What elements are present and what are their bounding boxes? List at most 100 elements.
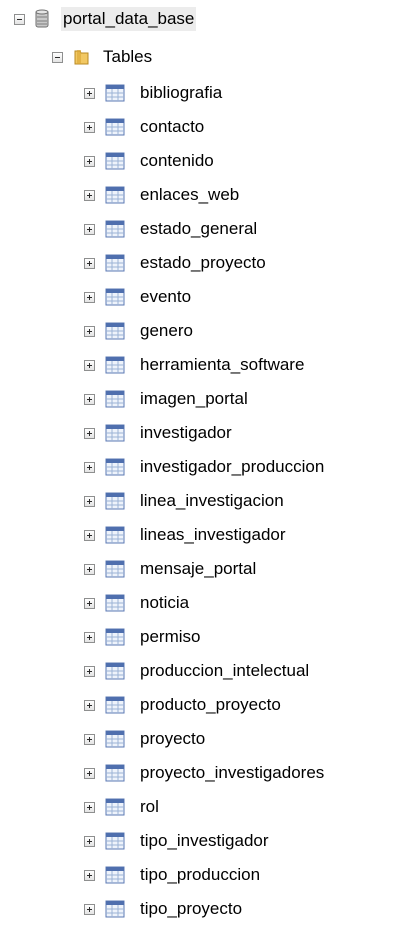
- expand-icon[interactable]: [84, 393, 95, 405]
- tree-node-table[interactable]: imagen_portal: [84, 386, 250, 412]
- table-name[interactable]: investigador: [138, 421, 234, 445]
- expand-icon[interactable]: [84, 631, 95, 643]
- expand-icon[interactable]: [84, 325, 95, 337]
- table-icon: [105, 628, 125, 646]
- expand-icon[interactable]: [84, 223, 95, 235]
- tree-node-table[interactable]: tipo_investigador: [84, 828, 271, 854]
- table-name[interactable]: tipo_produccion: [138, 863, 262, 887]
- table-icon: [105, 322, 125, 340]
- expand-icon[interactable]: [84, 733, 95, 745]
- table-icon: [105, 560, 125, 578]
- table-name[interactable]: investigador_produccion: [138, 455, 326, 479]
- tree-node-table[interactable]: genero: [84, 318, 195, 344]
- table-name[interactable]: tipo_proyecto: [138, 897, 244, 921]
- collapse-icon[interactable]: [52, 51, 63, 63]
- tree-node-table[interactable]: herramienta_software: [84, 352, 306, 378]
- tree-node-table[interactable]: mensaje_portal: [84, 556, 258, 582]
- tree-node-table[interactable]: proyecto: [84, 726, 207, 752]
- table-icon: [105, 220, 125, 238]
- table-icon: [105, 424, 125, 442]
- database-icon: [35, 9, 49, 28]
- tree-node-table[interactable]: investigador_produccion: [84, 454, 326, 480]
- database-name[interactable]: portal_data_base: [61, 7, 197, 31]
- tree-node-table[interactable]: lineas_investigador: [84, 522, 288, 548]
- table-icon: [105, 254, 125, 272]
- expand-icon[interactable]: [84, 767, 95, 779]
- table-name[interactable]: contacto: [138, 115, 206, 139]
- table-name[interactable]: evento: [138, 285, 193, 309]
- tree-node-table[interactable]: estado_proyecto: [84, 250, 268, 276]
- tree-node-table[interactable]: tipo_produccion: [84, 862, 262, 888]
- object-explorer-tree: portal_data_base Tables bibliografia cont…: [0, 0, 406, 928]
- tree-node-table[interactable]: enlaces_web: [84, 182, 241, 208]
- table-name[interactable]: produccion_intelectual: [138, 659, 311, 683]
- table-name[interactable]: proyecto_investigadores: [138, 761, 326, 785]
- expand-icon[interactable]: [84, 495, 95, 507]
- expand-icon[interactable]: [84, 801, 95, 813]
- table-name[interactable]: proyecto: [138, 727, 207, 751]
- table-name[interactable]: producto_proyecto: [138, 693, 283, 717]
- collapse-icon[interactable]: [14, 13, 25, 25]
- table-name[interactable]: bibliografia: [138, 81, 224, 105]
- tree-node-table[interactable]: linea_investigacion: [84, 488, 286, 514]
- table-icon: [105, 492, 125, 510]
- table-name[interactable]: mensaje_portal: [138, 557, 258, 581]
- table-name[interactable]: rol: [138, 795, 161, 819]
- table-icon: [105, 696, 125, 714]
- table-icon: [105, 764, 125, 782]
- expand-icon[interactable]: [84, 291, 95, 303]
- tree-node-table[interactable]: noticia: [84, 590, 191, 616]
- table-name[interactable]: estado_general: [138, 217, 259, 241]
- expand-icon[interactable]: [84, 563, 95, 575]
- table-name[interactable]: contenido: [138, 149, 216, 173]
- table-name[interactable]: herramienta_software: [138, 353, 306, 377]
- tree-node-table[interactable]: contacto: [84, 114, 206, 140]
- tree-node-tables-folder[interactable]: Tables: [52, 44, 154, 70]
- tree-node-table[interactable]: contenido: [84, 148, 216, 174]
- expand-icon[interactable]: [84, 869, 95, 881]
- table-name[interactable]: imagen_portal: [138, 387, 250, 411]
- tree-node-table[interactable]: produccion_intelectual: [84, 658, 311, 684]
- table-icon: [105, 662, 125, 680]
- table-icon: [105, 526, 125, 544]
- table-name[interactable]: permiso: [138, 625, 202, 649]
- expand-icon[interactable]: [84, 257, 95, 269]
- tree-node-table[interactable]: proyecto_investigadores: [84, 760, 326, 786]
- expand-icon[interactable]: [84, 461, 95, 473]
- tree-node-table[interactable]: producto_proyecto: [84, 692, 283, 718]
- table-icon: [105, 900, 125, 918]
- expand-icon[interactable]: [84, 87, 95, 99]
- tree-node-table[interactable]: rol: [84, 794, 161, 820]
- table-name[interactable]: noticia: [138, 591, 191, 615]
- expand-icon[interactable]: [84, 699, 95, 711]
- table-icon: [105, 798, 125, 816]
- expand-icon[interactable]: [84, 189, 95, 201]
- expand-icon[interactable]: [84, 155, 95, 167]
- table-icon: [105, 288, 125, 306]
- expand-icon[interactable]: [84, 121, 95, 133]
- table-name[interactable]: lineas_investigador: [138, 523, 288, 547]
- table-name[interactable]: tipo_investigador: [138, 829, 271, 853]
- expand-icon[interactable]: [84, 597, 95, 609]
- table-icon: [105, 186, 125, 204]
- table-icon: [105, 84, 125, 102]
- expand-icon[interactable]: [84, 427, 95, 439]
- expand-icon[interactable]: [84, 665, 95, 677]
- tree-node-table[interactable]: permiso: [84, 624, 202, 650]
- tree-node-table[interactable]: tipo_proyecto: [84, 896, 244, 922]
- tree-node-table[interactable]: estado_general: [84, 216, 259, 242]
- expand-icon[interactable]: [84, 903, 95, 915]
- tree-node-table[interactable]: evento: [84, 284, 193, 310]
- tree-node-table[interactable]: bibliografia: [84, 80, 224, 106]
- tree-node-table[interactable]: investigador: [84, 420, 234, 446]
- expand-icon[interactable]: [84, 835, 95, 847]
- table-name[interactable]: enlaces_web: [138, 183, 241, 207]
- table-icon: [105, 390, 125, 408]
- table-name[interactable]: genero: [138, 319, 195, 343]
- folder-name[interactable]: Tables: [101, 45, 154, 69]
- table-name[interactable]: linea_investigacion: [138, 489, 286, 513]
- tree-node-database[interactable]: portal_data_base: [14, 6, 197, 32]
- expand-icon[interactable]: [84, 359, 95, 371]
- expand-icon[interactable]: [84, 529, 95, 541]
- table-name[interactable]: estado_proyecto: [138, 251, 268, 275]
